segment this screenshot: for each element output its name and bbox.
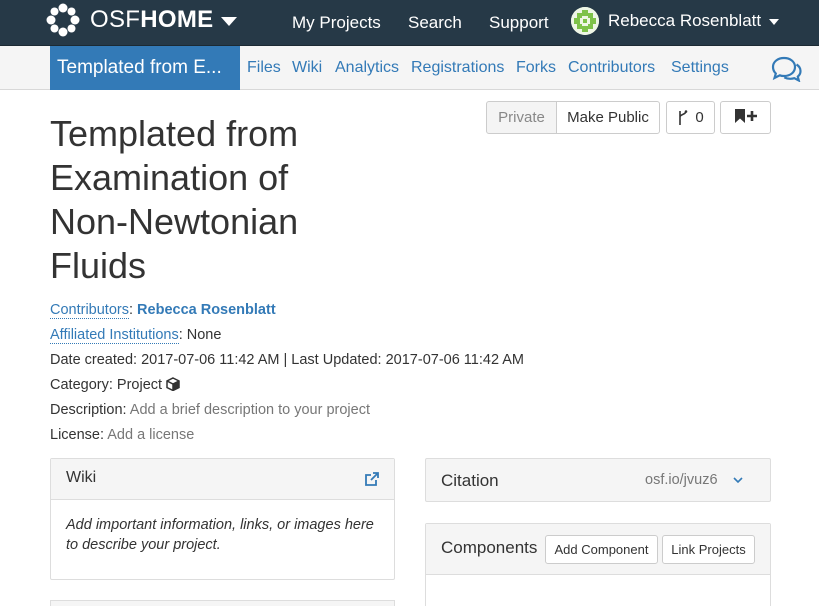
citation-url: osf.io/jvuz6 bbox=[645, 472, 718, 488]
user-name: Rebecca Rosenblatt bbox=[608, 11, 762, 30]
affiliated-value: None bbox=[186, 327, 222, 343]
private-button[interactable]: Private bbox=[486, 101, 557, 134]
cube-icon bbox=[166, 377, 180, 395]
wiki-placeholder-text: Add important information, links, or ima… bbox=[66, 517, 374, 553]
fork-button[interactable]: 0 bbox=[666, 101, 715, 134]
link-projects-button[interactable]: Link Projects bbox=[662, 535, 755, 564]
brand-thin: OSF bbox=[90, 6, 141, 33]
category-value: Project bbox=[116, 377, 163, 393]
external-link-icon[interactable] bbox=[364, 471, 380, 487]
brand-bold: HOME bbox=[140, 6, 214, 33]
tab-files[interactable]: Files bbox=[247, 46, 281, 90]
page-title: Templated from Examination of Non-Newton… bbox=[50, 113, 299, 286]
license-line: License: Add a license bbox=[50, 427, 194, 443]
components-panel: Components Add Component Link Projects bbox=[425, 523, 771, 606]
caret-down-icon bbox=[769, 19, 780, 25]
license-value[interactable]: Add a license bbox=[107, 427, 194, 443]
chevron-down-icon[interactable] bbox=[731, 473, 745, 487]
bookmark-button[interactable] bbox=[720, 101, 771, 134]
wiki-panel: Wiki Add important information, links, o… bbox=[50, 458, 395, 580]
description-label: Description: bbox=[50, 402, 127, 418]
category-label: Category: bbox=[50, 377, 113, 393]
contributor-name-link[interactable]: Rebecca Rosenblatt bbox=[137, 302, 276, 318]
tab-settings[interactable]: Settings bbox=[671, 46, 729, 90]
make-public-button[interactable]: Make Public bbox=[556, 101, 660, 134]
brand-name: OSFHOME bbox=[90, 6, 213, 34]
components-title: Components bbox=[441, 538, 538, 557]
license-label: License: bbox=[50, 427, 105, 443]
dates-line: Date created: 2017-07-06 11:42 AM | Last… bbox=[50, 352, 524, 368]
comments-icon[interactable] bbox=[770, 56, 802, 83]
osf-logo-icon bbox=[46, 3, 80, 37]
tab-forks[interactable]: Forks bbox=[516, 46, 556, 90]
chevron-down-icon bbox=[221, 17, 238, 26]
tab-registrations[interactable]: Registrations bbox=[411, 46, 504, 90]
citation-title: Citation bbox=[441, 471, 499, 490]
citation-panel[interactable]: Citation osf.io/jvuz6 bbox=[425, 458, 771, 502]
nav-support[interactable]: Support bbox=[489, 0, 549, 46]
affiliated-line: Affiliated Institutions: None bbox=[50, 327, 222, 344]
tab-contributors[interactable]: Contributors bbox=[568, 46, 655, 90]
fork-count: 0 bbox=[695, 109, 704, 126]
user-menu[interactable]: Rebecca Rosenblatt bbox=[571, 7, 780, 35]
contributors-line: Contributors: Rebecca Rosenblatt bbox=[50, 302, 276, 319]
category-line: Category: Project bbox=[50, 377, 180, 395]
fork-icon bbox=[677, 109, 689, 126]
description-line: Description: Add a brief description to … bbox=[50, 402, 370, 418]
osf-home-menu[interactable]: OSFHOME bbox=[46, 3, 238, 37]
wiki-panel-title: Wiki bbox=[66, 469, 97, 486]
add-component-button[interactable]: Add Component bbox=[545, 535, 658, 564]
wiki-panel-heading: Wiki bbox=[51, 459, 394, 500]
affiliated-institutions-link[interactable]: Affiliated Institutions bbox=[50, 327, 179, 344]
tab-project-title[interactable]: Templated from E... bbox=[50, 46, 240, 90]
tab-wiki[interactable]: Wiki bbox=[292, 46, 322, 90]
nav-my-projects[interactable]: My Projects bbox=[292, 0, 381, 46]
project-subnav: Templated from E... Files Wiki Analytics… bbox=[0, 46, 819, 90]
description-value[interactable]: Add a brief description to your project bbox=[130, 402, 370, 418]
components-panel-heading: Components Add Component Link Projects bbox=[426, 524, 770, 575]
next-panel-edge bbox=[50, 600, 395, 606]
avatar bbox=[571, 7, 599, 35]
nav-search[interactable]: Search bbox=[408, 0, 462, 46]
bookmark-plus-icon bbox=[733, 108, 759, 128]
top-navbar: OSFHOME My Projects Search Support Rebec… bbox=[0, 0, 819, 46]
tab-analytics[interactable]: Analytics bbox=[335, 46, 399, 90]
contributors-link[interactable]: Contributors bbox=[50, 302, 129, 319]
